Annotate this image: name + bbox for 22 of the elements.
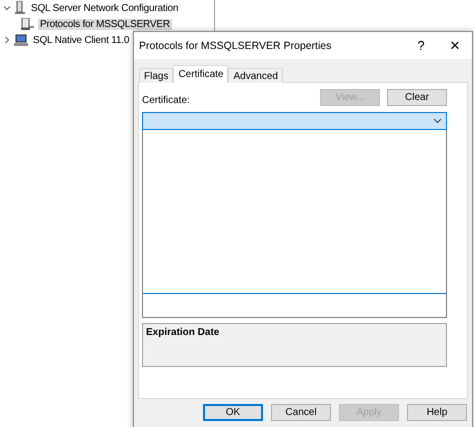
certificate-dropdown[interactable]	[142, 112, 447, 130]
dialog-button[interactable]: OK	[203, 404, 263, 421]
certificate-label: Certificate:	[142, 95, 191, 106]
tree-item[interactable]: Protocols for MSSQLSERVER	[38, 18, 172, 30]
chevron-right-icon[interactable]	[3, 36, 11, 44]
dialog-title: Protocols for MSSQLSERVER Properties	[139, 40, 332, 52]
expiration-label: Expiration Date	[146, 327, 220, 338]
clear-button[interactable]: Clear	[387, 89, 447, 106]
tree-item[interactable]: SQL Server Network Configuration	[29, 2, 180, 14]
close-button[interactable]: ×	[438, 32, 472, 59]
protocol-icon	[21, 18, 35, 30]
dialog-button[interactable]: Help	[407, 404, 467, 421]
server-icon	[14, 1, 26, 15]
tab[interactable]: Flags	[139, 68, 174, 83]
tab[interactable]: Certificate	[173, 65, 228, 83]
chevron-down-icon	[433, 118, 442, 124]
dialog-button[interactable]: Cancel	[271, 404, 331, 421]
tree-item[interactable]: SQL Native Client 11.0	[31, 34, 132, 46]
help-button[interactable]: ?	[404, 32, 438, 59]
computer-icon	[14, 34, 28, 46]
tab[interactable]: Advanced	[228, 68, 283, 83]
chevron-down-icon[interactable]	[3, 4, 11, 12]
